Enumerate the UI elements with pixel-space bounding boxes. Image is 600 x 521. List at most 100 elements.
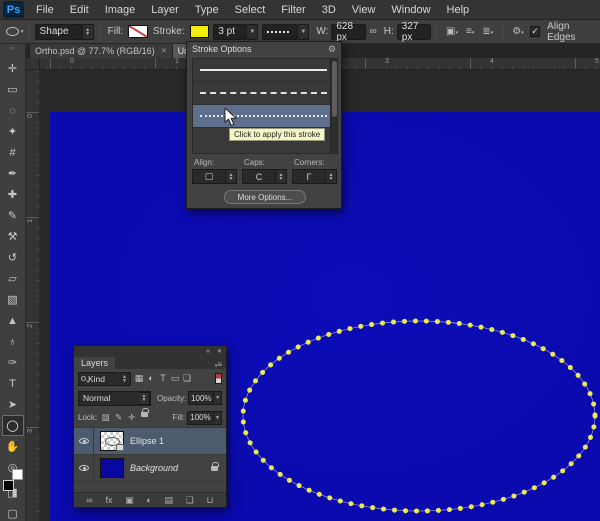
stroke-swatch[interactable] (190, 25, 210, 38)
corners-select[interactable]: Γ▲▼ (292, 169, 337, 184)
lasso-tool[interactable]: ◌ (2, 100, 24, 121)
filter-kind-select[interactable]: Kind ▲▼ (78, 372, 131, 386)
brush-tool[interactable]: ✎ (2, 205, 24, 226)
healing-brush-tool[interactable]: ✚ (2, 184, 24, 205)
move-tool[interactable]: ✛ (2, 58, 24, 79)
path-selection-tool[interactable]: ➤ (2, 394, 24, 415)
delete-layer-icon[interactable]: ⊔ (207, 495, 214, 506)
align-edges-checkbox[interactable]: ✓ (530, 26, 540, 37)
shape-height-input[interactable]: 327 px (397, 24, 431, 40)
gear-icon[interactable]: ⚙▾ (512, 26, 523, 37)
shape-width-input[interactable]: 628 px (331, 24, 365, 40)
clone-stamp-tool[interactable]: ⚒ (2, 226, 24, 247)
link-dimensions-icon[interactable]: ∞ (370, 26, 377, 37)
layer-mask-icon[interactable]: ▣ (125, 495, 134, 506)
group-icon[interactable]: ▤ (165, 495, 174, 506)
stroke-width-value: 3 pt (213, 24, 247, 40)
hruler-number: 1 (175, 58, 179, 65)
gradient-tool[interactable]: ▧ (2, 289, 24, 310)
lock-transparency-icon[interactable]: ▨ (99, 412, 112, 423)
stroke-style-dashed[interactable] (193, 82, 337, 105)
dodge-tool[interactable]: ♁ (2, 331, 24, 352)
combine-shapes-icon[interactable]: ▣▾ (446, 26, 458, 37)
corners-label: Corners: (294, 158, 325, 167)
crop-tool[interactable]: # (2, 142, 24, 163)
layers-tab[interactable]: Layers (74, 357, 115, 369)
close-panel-icon[interactable]: ✕ (217, 348, 222, 355)
adjustment-layer-icon[interactable]: ◐ (146, 495, 151, 505)
fill-arrow[interactable]: ▼ (214, 411, 222, 425)
layer-row-ellipse-1[interactable]: Ellipse 1 (74, 428, 226, 455)
layer-thumbnail[interactable] (100, 431, 124, 451)
quick-selection-tool[interactable]: ✦ (2, 121, 24, 142)
panel-menu-icon[interactable]: ▾≡ (215, 360, 226, 369)
hand-tool[interactable]: ✋ (2, 436, 24, 457)
stroke-style-select[interactable]: ▼ (262, 24, 309, 40)
stroke-options-gear-icon[interactable]: ⚙ (328, 44, 336, 55)
stroke-style-dotted[interactable] (193, 105, 337, 128)
lock-pixels-icon[interactable]: ✎ (112, 412, 125, 423)
menu-3d[interactable]: 3D (314, 0, 344, 20)
blend-mode-select[interactable]: Normal ▲▼ (78, 391, 151, 406)
history-brush-tool[interactable]: ↺ (2, 247, 24, 268)
menu-edit[interactable]: Edit (62, 0, 97, 20)
stroke-list-scrollbar[interactable] (330, 59, 337, 153)
ellipse-tool[interactable]: ◯ (2, 415, 24, 436)
toolbar-grip[interactable]: ›› (11, 46, 15, 52)
filter-pixel-icon[interactable]: ▦ (133, 373, 145, 384)
stroke-width-arrow[interactable]: ▼ (247, 24, 258, 40)
opacity-input[interactable]: 100% (188, 391, 214, 405)
visibility-eye-icon[interactable] (79, 438, 89, 444)
menu-file[interactable]: File (28, 0, 62, 20)
opacity-arrow[interactable]: ▼ (214, 391, 222, 405)
layer-row-background[interactable]: Background (74, 455, 226, 482)
close-tab-icon[interactable]: ✕ (161, 47, 167, 55)
menu-layer[interactable]: Layer (143, 0, 187, 20)
align-select[interactable]: ▢▲▼ (192, 169, 237, 184)
tool-mode-select[interactable]: Shape ▲▼ (35, 24, 94, 40)
stroke-width-select[interactable]: 3 pt ▼ (213, 24, 258, 40)
layer-lock-icon (211, 466, 218, 471)
filter-toggle-switch[interactable] (215, 373, 222, 384)
menu-window[interactable]: Window (383, 0, 438, 20)
eyedropper-tool[interactable]: ✒ (2, 163, 24, 184)
fill-input[interactable]: 100% (187, 411, 214, 425)
fill-swatch[interactable] (128, 25, 148, 38)
visibility-eye-icon[interactable] (79, 465, 89, 471)
blur-tool[interactable]: ▲ (2, 310, 24, 331)
layer-thumbnail[interactable] (100, 458, 124, 478)
link-layers-icon[interactable]: ∞ (86, 495, 92, 505)
filter-adjustment-icon[interactable]: ◐ (145, 373, 157, 384)
tool-preset-picker[interactable]: ▾ (6, 27, 24, 36)
menu-help[interactable]: Help (439, 0, 478, 20)
layer-style-icon[interactable]: fx (105, 495, 112, 505)
screen-mode-button[interactable]: ▢ (2, 503, 24, 521)
menu-select[interactable]: Select (227, 0, 274, 20)
filter-shape-icon[interactable]: ▭ (169, 373, 181, 384)
caps-select[interactable]: C▲▼ (242, 169, 287, 184)
more-options-button[interactable]: More Options... (224, 190, 306, 204)
background-color-swatch[interactable] (12, 469, 23, 480)
arrange-shapes-icon[interactable]: ≣▾ (482, 26, 493, 37)
mouse-cursor (224, 108, 237, 127)
pen-tool[interactable]: ✑ (2, 352, 24, 373)
align-shapes-icon[interactable]: ≡▾ (466, 26, 474, 37)
foreground-color-swatch[interactable] (3, 480, 14, 491)
stroke-style-arrow[interactable]: ▼ (298, 24, 309, 40)
document-tab-ortho[interactable]: Ortho.psd @ 77.7% (RGB/16)✕ (30, 44, 173, 58)
new-layer-icon[interactable]: ❏ (186, 495, 194, 506)
lock-position-icon[interactable]: ✛ (125, 412, 138, 423)
menu-filter[interactable]: Filter (273, 0, 313, 20)
marquee-tool[interactable]: ▭ (2, 79, 24, 100)
menu-image[interactable]: Image (97, 0, 144, 20)
filter-smart-object-icon[interactable]: ❏ (181, 373, 193, 384)
collapse-panel-icon[interactable]: « (206, 348, 210, 355)
lock-all-icon[interactable] (141, 412, 148, 417)
filter-type-icon[interactable]: T (157, 373, 169, 384)
stroke-style-solid[interactable] (193, 59, 337, 82)
tool-mode-stepper[interactable]: ▲▼ (83, 24, 94, 40)
type-tool[interactable]: T (2, 373, 24, 394)
menu-view[interactable]: View (344, 0, 384, 20)
eraser-tool[interactable]: ▱ (2, 268, 24, 289)
menu-type[interactable]: Type (187, 0, 227, 20)
